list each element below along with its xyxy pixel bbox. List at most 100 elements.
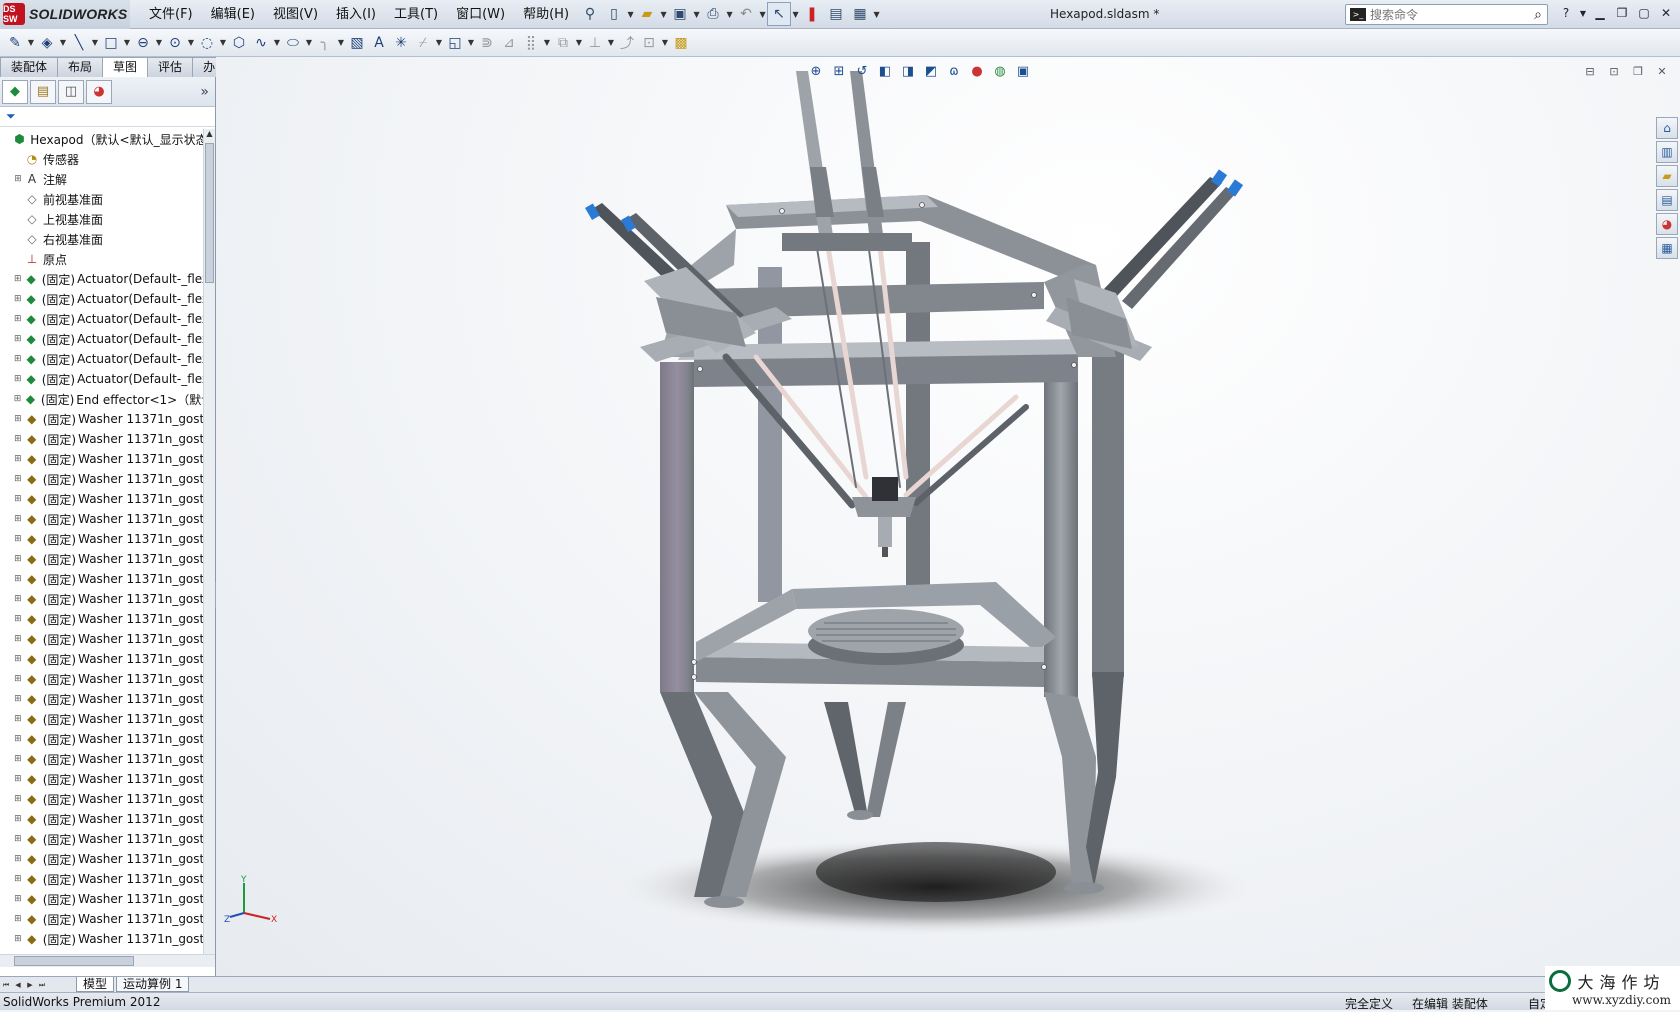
tree-item[interactable]: ◇ 上视基准面 bbox=[0, 209, 203, 229]
tree-item[interactable]: ⊞ ◆ (固定) Washer 11371n_gost bbox=[0, 569, 203, 589]
tab-sketch[interactable]: 草图 bbox=[102, 57, 149, 78]
search-icon[interactable]: ⌕ bbox=[1534, 7, 1542, 23]
tree-root[interactable]: ⬢ Hexapod（默认<默认_显示状态 bbox=[0, 129, 203, 149]
maximize-icon[interactable]: ▢ bbox=[1634, 3, 1654, 23]
select-arrow-icon[interactable]: ↖ bbox=[767, 2, 792, 26]
expand-icon[interactable]: ⊞ bbox=[12, 354, 23, 364]
help-icon[interactable]: ? bbox=[1556, 3, 1576, 23]
tree-item[interactable]: ◇ 前视基准面 bbox=[0, 189, 203, 209]
edit-appearance-icon[interactable]: ● bbox=[967, 61, 987, 81]
tree-item[interactable]: ⊞ ◆ (固定) Washer 11371n_gost bbox=[0, 749, 203, 769]
expand-icon[interactable]: ⊞ bbox=[12, 174, 24, 184]
expand-icon[interactable]: ⊞ bbox=[12, 414, 24, 424]
expand-icon[interactable]: ⊞ bbox=[12, 674, 24, 684]
minimize-icon[interactable]: ▁ bbox=[1590, 3, 1610, 23]
trim-dropdown-icon[interactable]: ▼ bbox=[434, 38, 444, 47]
tree-item[interactable]: ⊞ ◆ (固定) Washer 11371n_gost bbox=[0, 489, 203, 509]
previous-view-icon[interactable]: ↺ bbox=[852, 61, 872, 81]
tree-horizontal-scrollbar[interactable] bbox=[0, 954, 215, 967]
menu-file[interactable]: 文件(F) bbox=[140, 0, 202, 29]
tree-item[interactable]: ⊞ ◆ (固定) Washer 11371n_gost bbox=[0, 649, 203, 669]
trim-icon[interactable]: ⌿ bbox=[412, 32, 434, 54]
tree-item[interactable]: ⊞ ◆ (固定) Washer 11371n_gost bbox=[0, 449, 203, 469]
tree-item[interactable]: ⊞ ◆ (固定) Washer 11371n_gost bbox=[0, 469, 203, 489]
expand-icon[interactable]: ⊞ bbox=[12, 534, 24, 544]
mirror-entities-icon[interactable]: ⊿ bbox=[498, 32, 520, 54]
tree-item[interactable]: ⊞ ◆ (固定) Actuator(Default-_flex bbox=[0, 309, 203, 329]
tree-item[interactable]: ◇ 右视基准面 bbox=[0, 229, 203, 249]
expand-icon[interactable]: ⊞ bbox=[12, 934, 24, 944]
tree-item[interactable]: ◔ 传感器 bbox=[0, 149, 203, 169]
tree-item[interactable]: ⊞ ◆ (固定) Actuator(Default-_flex bbox=[0, 369, 203, 389]
expand-icon[interactable]: ⊞ bbox=[12, 894, 24, 904]
scroll-up-icon[interactable]: ▲ bbox=[204, 129, 215, 141]
open-folder-icon[interactable]: ▰ bbox=[635, 2, 659, 26]
display-relations-icon[interactable]: ⊥ bbox=[584, 32, 606, 54]
expand-icon[interactable]: ⊞ bbox=[12, 614, 24, 624]
tree-item[interactable]: ⊥ 原点 bbox=[0, 249, 203, 269]
design-library-icon[interactable]: ▥ bbox=[1656, 141, 1678, 163]
expand-icon[interactable]: ⊞ bbox=[12, 454, 24, 464]
hscroll-thumb[interactable] bbox=[14, 956, 134, 966]
prev-tab-icon[interactable]: ◀ bbox=[12, 979, 24, 991]
zoom-to-fit-icon[interactable]: ⊕ bbox=[806, 61, 826, 81]
fillet-icon[interactable]: ╮ bbox=[314, 32, 336, 54]
spline-dropdown-icon[interactable]: ▼ bbox=[272, 38, 282, 47]
expand-icon[interactable]: ⊞ bbox=[12, 854, 24, 864]
repair-sketch-icon[interactable]: ⤴ bbox=[616, 32, 638, 54]
tree-vertical-scrollbar[interactable]: ▲ bbox=[203, 129, 215, 954]
tree-item[interactable]: ⊞ ◆ (固定) Washer 11371n_gost bbox=[0, 929, 203, 949]
spline-icon[interactable]: ∿ bbox=[250, 32, 272, 54]
display-manager-tab-icon[interactable]: ◕ bbox=[86, 79, 112, 104]
tab-assembly[interactable]: 装配体 bbox=[0, 57, 59, 77]
expand-icon[interactable]: ⊞ bbox=[12, 554, 24, 564]
restore-icon[interactable]: ❐ bbox=[1612, 3, 1632, 23]
graphics-area[interactable]: ⊕ ⊞ ↺ ◧ ◨ ◩ ɷ ● ◍ ▣ ⊟ ⊡ ❐ ✕ ⌂ ▥ ▰ ▤ ◕ ▦ … bbox=[216, 57, 1680, 976]
tree-item[interactable]: ⊞ ◆ (固定) Washer 11371n_gost bbox=[0, 629, 203, 649]
expand-icon[interactable]: ⊞ bbox=[12, 334, 23, 344]
tree-item[interactable]: ⊞ ◆ (固定) Washer 11371n_gost bbox=[0, 609, 203, 629]
expand-icon[interactable]: ⊞ bbox=[12, 514, 24, 524]
undo-dropdown-icon[interactable]: ▼ bbox=[758, 10, 767, 19]
help-dropdown-icon[interactable]: ▼ bbox=[1578, 3, 1588, 23]
tree-item[interactable]: ⊞ ◆ (固定) Washer 11371n_gost bbox=[0, 889, 203, 909]
filter-icon[interactable]: ⏷ bbox=[6, 109, 16, 124]
move-entities-icon[interactable]: ⧉ bbox=[552, 32, 574, 54]
circle-dropdown-icon[interactable]: ▼ bbox=[186, 38, 196, 47]
scroll-thumb[interactable] bbox=[205, 143, 214, 283]
linear-pattern-icon[interactable]: ⣿ bbox=[520, 32, 542, 54]
next-tab-icon[interactable]: ▶ bbox=[24, 979, 36, 991]
file-explorer-icon[interactable]: ▰ bbox=[1656, 165, 1678, 187]
line-icon[interactable]: ╲ bbox=[68, 32, 90, 54]
tree-item[interactable]: ⊞ ◆ (固定) Washer 11371n_gost bbox=[0, 909, 203, 929]
tree-item[interactable]: ⊞ ◆ (固定) Washer 11371n_gost bbox=[0, 669, 203, 689]
plane-icon[interactable]: ▧ bbox=[346, 32, 368, 54]
pattern-dropdown-icon[interactable]: ▼ bbox=[542, 38, 552, 47]
slot-icon[interactable]: ⊖ bbox=[132, 32, 154, 54]
expand-icon[interactable]: ⊞ bbox=[12, 834, 24, 844]
expand-icon[interactable]: ⊞ bbox=[12, 594, 24, 604]
print-dropdown-icon[interactable]: ▼ bbox=[725, 10, 734, 19]
tree-item[interactable]: ⊞ ◆ (固定) Actuator(Default-_flex bbox=[0, 349, 203, 369]
viewport-tile-icon[interactable]: ⊟ bbox=[1580, 61, 1600, 81]
expand-icon[interactable]: ⊞ bbox=[12, 814, 24, 824]
menu-edit[interactable]: 编辑(E) bbox=[202, 0, 264, 29]
quick-snaps-icon[interactable]: ⊡ bbox=[638, 32, 660, 54]
property-manager-tab-icon[interactable]: ▤ bbox=[30, 79, 56, 104]
expand-icon[interactable]: ⊞ bbox=[12, 914, 24, 924]
last-tab-icon[interactable]: ⏭ bbox=[36, 979, 48, 991]
rapid-sketch-icon[interactable]: ▩ bbox=[670, 32, 692, 54]
feature-manager-tab-icon[interactable]: ◆ bbox=[2, 79, 28, 104]
view-orientation-icon[interactable]: ◨ bbox=[898, 61, 918, 81]
convert-entities-icon[interactable]: ◱ bbox=[444, 32, 466, 54]
tree-item[interactable]: ⊞ A 注解 bbox=[0, 169, 203, 189]
custom-properties-icon[interactable]: ▦ bbox=[1656, 237, 1678, 259]
tree-item[interactable]: ⊞ ◆ (固定) Washer 11371n_gost bbox=[0, 849, 203, 869]
expand-icon[interactable]: ⊞ bbox=[12, 874, 24, 884]
tree-item[interactable]: ⊞ ◆ (固定) Washer 11371n_gost bbox=[0, 769, 203, 789]
text-icon[interactable]: A bbox=[368, 32, 390, 54]
tree-item[interactable]: ⊞ ◆ (固定) Washer 11371n_gost bbox=[0, 789, 203, 809]
open-dropdown-icon[interactable]: ▼ bbox=[659, 10, 668, 19]
ellipse-dropdown-icon[interactable]: ▼ bbox=[304, 38, 314, 47]
save-dropdown-icon[interactable]: ▼ bbox=[692, 10, 701, 19]
